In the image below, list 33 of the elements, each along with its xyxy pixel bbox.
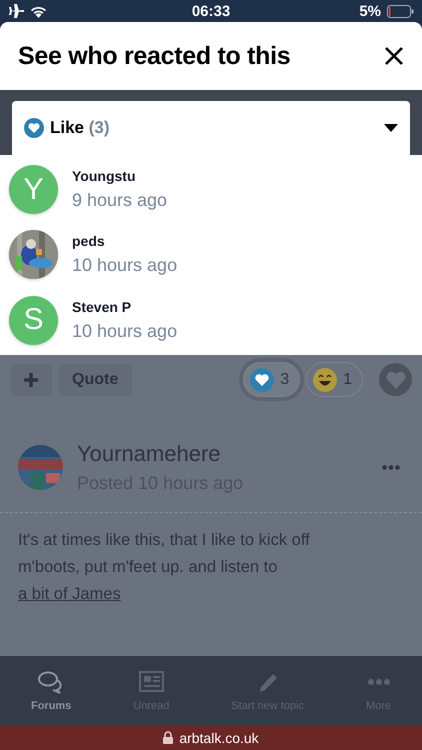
avatar: Y xyxy=(9,165,58,214)
url-text: arbtalk.co.uk xyxy=(179,730,259,746)
reaction-time: 10 hours ago xyxy=(72,320,178,342)
add-button[interactable] xyxy=(10,364,52,396)
airplane-icon xyxy=(8,4,24,18)
lock-icon xyxy=(163,731,174,744)
more-icon xyxy=(368,678,390,684)
reaction-time: 9 hours ago xyxy=(72,190,168,212)
heart-icon xyxy=(386,370,406,388)
close-icon[interactable] xyxy=(384,46,404,66)
dialog-title: See who reacted to this xyxy=(18,42,290,70)
quote-button[interactable]: Quote xyxy=(58,364,132,396)
user-name[interactable]: peds xyxy=(72,233,178,250)
post-author[interactable]: Yournamehere xyxy=(77,441,368,467)
reaction-count-button[interactable]: 1 xyxy=(306,362,363,397)
tab-bar-item[interactable]: Forums xyxy=(30,670,72,712)
plus-icon xyxy=(24,372,38,386)
clock-time: 06:33 xyxy=(192,2,230,20)
newspaper-icon xyxy=(137,670,166,694)
reaction-filter-dropdown[interactable]: Like (3) xyxy=(12,101,410,155)
avatar: S xyxy=(9,296,58,345)
react-button[interactable] xyxy=(379,363,412,396)
more-icon[interactable] xyxy=(382,465,400,470)
caret-icon xyxy=(384,124,398,132)
battery-percentage: 5% xyxy=(359,2,381,20)
post-body: It's at times like this, that I like to kick off m'boots, put m'feet up. and listen to a bit of James xyxy=(18,530,311,605)
user-name[interactable]: Steven P xyxy=(72,298,178,315)
wifi-icon xyxy=(30,4,47,18)
reaction-time: 10 hours ago xyxy=(72,255,178,276)
user-name[interactable]: Youngstu xyxy=(72,168,168,184)
post-link[interactable]: a bit of James xyxy=(18,585,121,603)
battery-icon xyxy=(387,4,414,18)
laughing-face-icon xyxy=(313,368,338,392)
